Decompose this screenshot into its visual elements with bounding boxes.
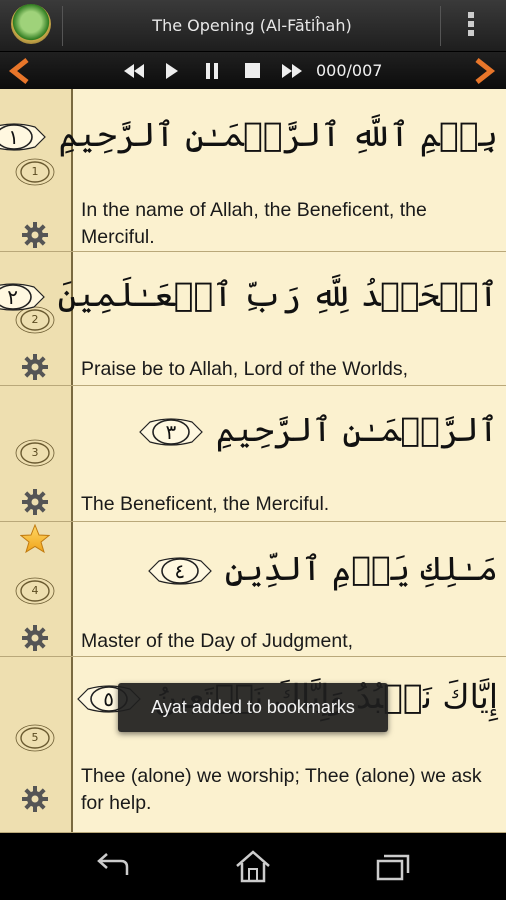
pause-icon[interactable]: [200, 52, 224, 89]
verse-number-badge[interactable]: 3: [14, 438, 56, 468]
gear-icon[interactable]: [21, 785, 49, 813]
verse-number-badge[interactable]: 4: [14, 576, 56, 606]
verse-row-4[interactable]: 4 مَـٰلِكِ يَوۡمِ ٱلدِّينِ ٤ Master of th…: [0, 521, 506, 657]
verse-translation: Master of the Day of Judgment,: [81, 630, 354, 652]
title-bar: The Opening (Al-Fātiĥah): [0, 0, 506, 52]
verse-translation: In the name of Allah, the Beneficent, th…: [81, 199, 427, 248]
ayah-marker: ٤: [145, 553, 215, 589]
ayah-counter: 000/007: [316, 61, 383, 80]
gear-icon[interactable]: [21, 221, 49, 249]
previous-surah-icon[interactable]: [4, 52, 34, 89]
arabic-verse: مَـٰلِكِ يَوۡمِ ٱلدِّينِ ٤: [80, 549, 498, 589]
app-logo-icon[interactable]: [11, 4, 51, 44]
verse-number-badge[interactable]: 5: [14, 723, 56, 753]
home-icon[interactable]: [233, 849, 273, 885]
player-controls: 000/007: [0, 52, 506, 89]
divider: [62, 6, 63, 46]
gear-icon[interactable]: [21, 488, 49, 516]
verse-row-1[interactable]: 1 بِسۡمِ ٱللَّهِ ٱلرَّحۡمَـٰنِ ٱلرَّحِيم…: [0, 89, 506, 252]
star-bookmark-icon[interactable]: [19, 523, 51, 554]
ayah-marker: ٣: [136, 414, 206, 450]
rewind-icon[interactable]: [120, 52, 148, 89]
play-icon[interactable]: [160, 52, 184, 89]
system-nav-bar: [0, 833, 506, 900]
ayah-marker: ١: [0, 119, 49, 155]
toast-message: Ayat added to bookmarks: [118, 683, 388, 732]
back-icon[interactable]: [93, 849, 133, 885]
overflow-menu-icon[interactable]: [462, 12, 480, 40]
next-surah-icon[interactable]: [470, 52, 500, 89]
recent-apps-icon[interactable]: [373, 849, 413, 885]
fast-forward-icon[interactable]: [278, 52, 306, 89]
stop-icon[interactable]: [240, 52, 264, 89]
verse-row-3[interactable]: 3 ٱلرَّحۡمَـٰنِ ٱلرَّحِيمِ ٣ The Benefice…: [0, 386, 506, 522]
ayah-marker: ٢: [0, 279, 48, 315]
divider: [440, 6, 441, 46]
page-title: The Opening (Al-Fātiĥah): [152, 16, 352, 35]
verse-translation: Praise be to Allah, Lord of the Worlds,: [81, 358, 408, 380]
verse-translation: The Beneficent, the Merciful.: [81, 493, 330, 515]
arabic-verse: ٱلۡحَمۡدُ لِلَّهِ رَبِّ ٱلۡعَـٰلَمِينَ ٢: [0, 275, 498, 315]
verse-number-badge[interactable]: 1: [14, 157, 56, 187]
arabic-verse: ٱلرَّحۡمَـٰنِ ٱلرَّحِيمِ ٣: [80, 410, 498, 450]
gear-icon[interactable]: [21, 353, 49, 381]
arabic-verse: بِسۡمِ ٱللَّهِ ٱلرَّحۡمَـٰنِ ٱلرَّحِيمِ ١: [0, 115, 498, 155]
verse-translation: Thee (alone) we worship; Thee (alone) we…: [81, 765, 482, 814]
verse-row-2[interactable]: 2 ٱلۡحَمۡدُ لِلَّهِ رَبِّ ٱلۡعَـٰلَمِينَ…: [0, 251, 506, 386]
gear-icon[interactable]: [21, 624, 49, 652]
